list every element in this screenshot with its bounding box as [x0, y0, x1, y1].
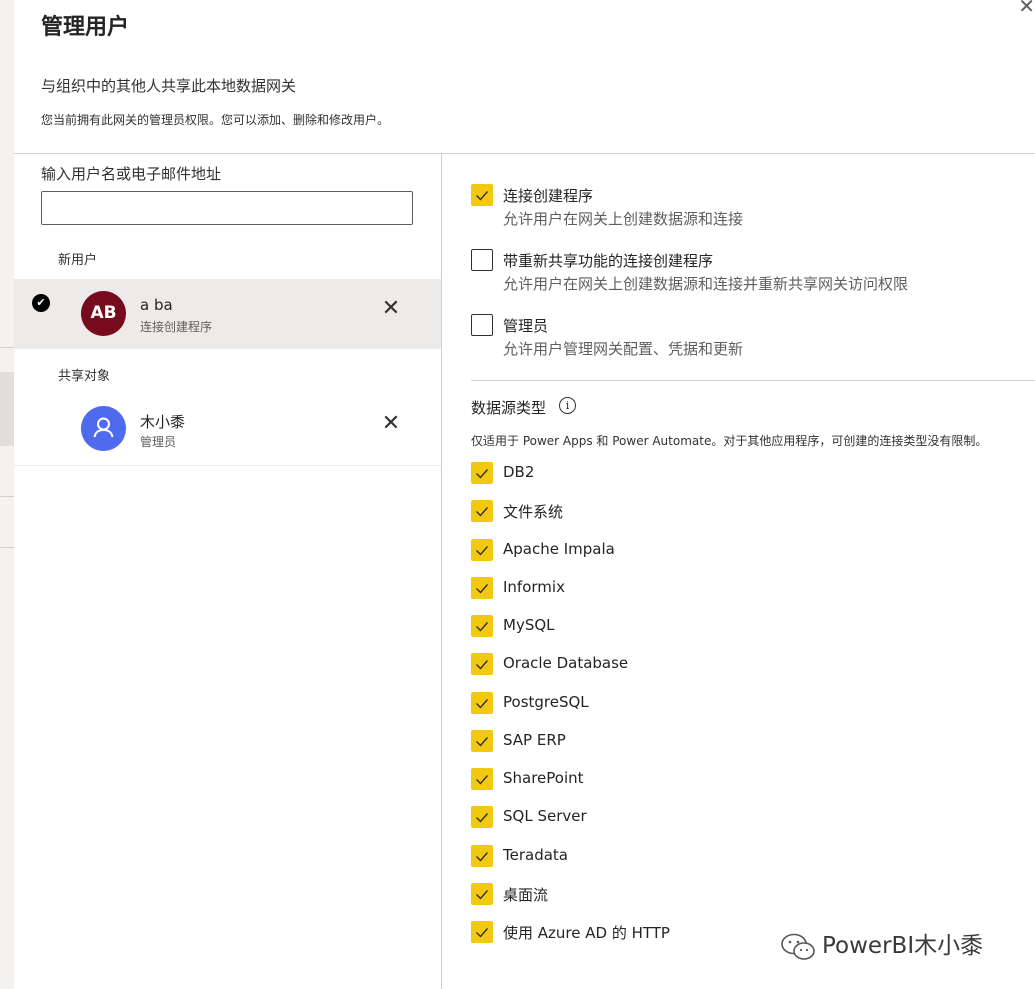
checkbox-unchecked[interactable] — [471, 249, 493, 271]
permission-description: 允许用户在网关上创建数据源和连接并重新共享网关访问权限 — [503, 275, 909, 293]
background-divider — [0, 496, 14, 497]
watermark-text: PowerBI木小黍 — [822, 933, 984, 959]
checkbox-checked[interactable] — [471, 882, 493, 905]
permission-description: 允许用户在网关上创建数据源和连接 — [503, 210, 744, 228]
close-icon[interactable]: ✕ — [1018, 0, 1035, 18]
new-users-label: 新用户 — [58, 253, 98, 268]
background-divider — [0, 347, 14, 348]
datasource-type-label[interactable]: PostgreSQL — [503, 693, 589, 711]
check-icon — [476, 507, 489, 517]
permission-title[interactable]: 带重新共享功能的连接创建程序 — [503, 250, 713, 271]
check-icon — [476, 191, 489, 201]
checkbox-checked[interactable] — [471, 500, 493, 523]
user-search-input[interactable] — [41, 191, 413, 225]
checkbox-unchecked[interactable] — [471, 314, 493, 336]
background-page — [0, 0, 14, 989]
check-icon — [476, 736, 489, 747]
check-icon — [476, 813, 489, 823]
checkbox-checked[interactable] — [471, 653, 493, 676]
panel-description: 您当前拥有此网关的管理员权限。您可以添加、删除和修改用户。 — [41, 113, 390, 127]
permission-title[interactable]: 管理员 — [503, 315, 548, 336]
selected-check-icon: ✔ — [32, 294, 50, 312]
user-name: 木小黍 — [140, 413, 186, 431]
check-icon — [476, 545, 489, 556]
datasource-type-label[interactable]: Apache Impala — [503, 540, 615, 558]
checkbox-checked[interactable] — [471, 576, 493, 599]
datasource-type-label[interactable]: Teradata — [503, 846, 568, 864]
user-role: 管理员 — [140, 435, 177, 449]
avatar: AB — [81, 291, 126, 336]
person-icon — [93, 417, 114, 438]
user-input-label: 输入用户名或电子邮件地址 — [41, 165, 222, 183]
wechat-icon — [781, 933, 815, 960]
user-row-shared[interactable]: 木小黍 管理员 ✕ — [14, 394, 441, 464]
checkbox-checked[interactable] — [471, 844, 493, 867]
checkbox-checked[interactable] — [471, 462, 493, 484]
datasource-type-label[interactable]: Informix — [503, 578, 565, 596]
user-role: 连接创建程序 — [140, 320, 213, 334]
permission-title[interactable]: 连接创建程序 — [503, 185, 593, 206]
checkbox-checked[interactable] — [471, 615, 493, 637]
checkbox-checked[interactable] — [471, 691, 493, 714]
check-icon — [476, 622, 489, 632]
datasource-type-label[interactable]: MySQL — [503, 616, 555, 634]
manage-users-panel: 管理用户 ✕ 与组织中的其他人共享此本地数据网关 您当前拥有此网关的管理员权限。… — [14, 0, 1035, 989]
datasource-type-label[interactable]: 文件系统 — [503, 501, 563, 522]
datasource-type-label[interactable]: 桌面流 — [503, 884, 548, 905]
check-icon — [476, 583, 489, 594]
user-row-a-ba[interactable]: ✔ AB a ba 连接创建程序 ✕ — [14, 279, 441, 349]
shared-users-label: 共享对象 — [58, 369, 111, 384]
panel-subtitle: 与组织中的其他人共享此本地数据网关 — [41, 77, 297, 95]
permission-description: 允许用户管理网关配置、凭据和更新 — [503, 340, 744, 358]
datasource-type-label[interactable]: Oracle Database — [503, 654, 628, 672]
list-divider — [14, 465, 441, 466]
checkbox-checked[interactable] — [471, 729, 493, 752]
check-icon — [476, 469, 489, 479]
datasource-type-label[interactable]: SAP ERP — [503, 731, 566, 749]
permissions-divider — [471, 380, 1035, 381]
watermark: PowerBI木小黍 — [780, 926, 983, 962]
checkbox-checked[interactable] — [471, 538, 493, 561]
check-icon — [476, 851, 489, 862]
panel-title: 管理用户 — [41, 15, 130, 40]
checkbox-checked[interactable] — [471, 768, 493, 790]
check-icon — [476, 698, 489, 709]
header-divider — [14, 153, 1035, 154]
background-divider — [0, 547, 14, 548]
datasource-type-label[interactable]: SharePoint — [503, 769, 584, 787]
datasource-note: 仅适用于 Power Apps 和 Power Automate。对于其他应用程… — [471, 434, 988, 448]
check-icon — [476, 928, 489, 938]
avatar — [81, 406, 126, 451]
column-divider — [441, 154, 442, 989]
checkbox-checked[interactable] — [471, 921, 493, 943]
checkbox-checked[interactable] — [471, 806, 493, 829]
background-block — [0, 372, 14, 446]
checkbox-checked[interactable] — [471, 184, 493, 206]
remove-user-icon[interactable]: ✕ — [381, 413, 401, 435]
user-name: a ba — [140, 296, 173, 314]
datasource-type-label[interactable]: SQL Server — [503, 807, 587, 825]
remove-user-icon[interactable]: ✕ — [381, 298, 401, 320]
datasource-title: 数据源类型 — [471, 399, 547, 417]
info-icon[interactable]: i — [559, 397, 576, 414]
check-icon — [476, 775, 489, 785]
check-icon — [476, 660, 489, 670]
check-icon — [476, 889, 489, 900]
datasource-type-label[interactable]: 使用 Azure AD 的 HTTP — [503, 922, 670, 943]
datasource-type-label[interactable]: DB2 — [503, 463, 534, 481]
